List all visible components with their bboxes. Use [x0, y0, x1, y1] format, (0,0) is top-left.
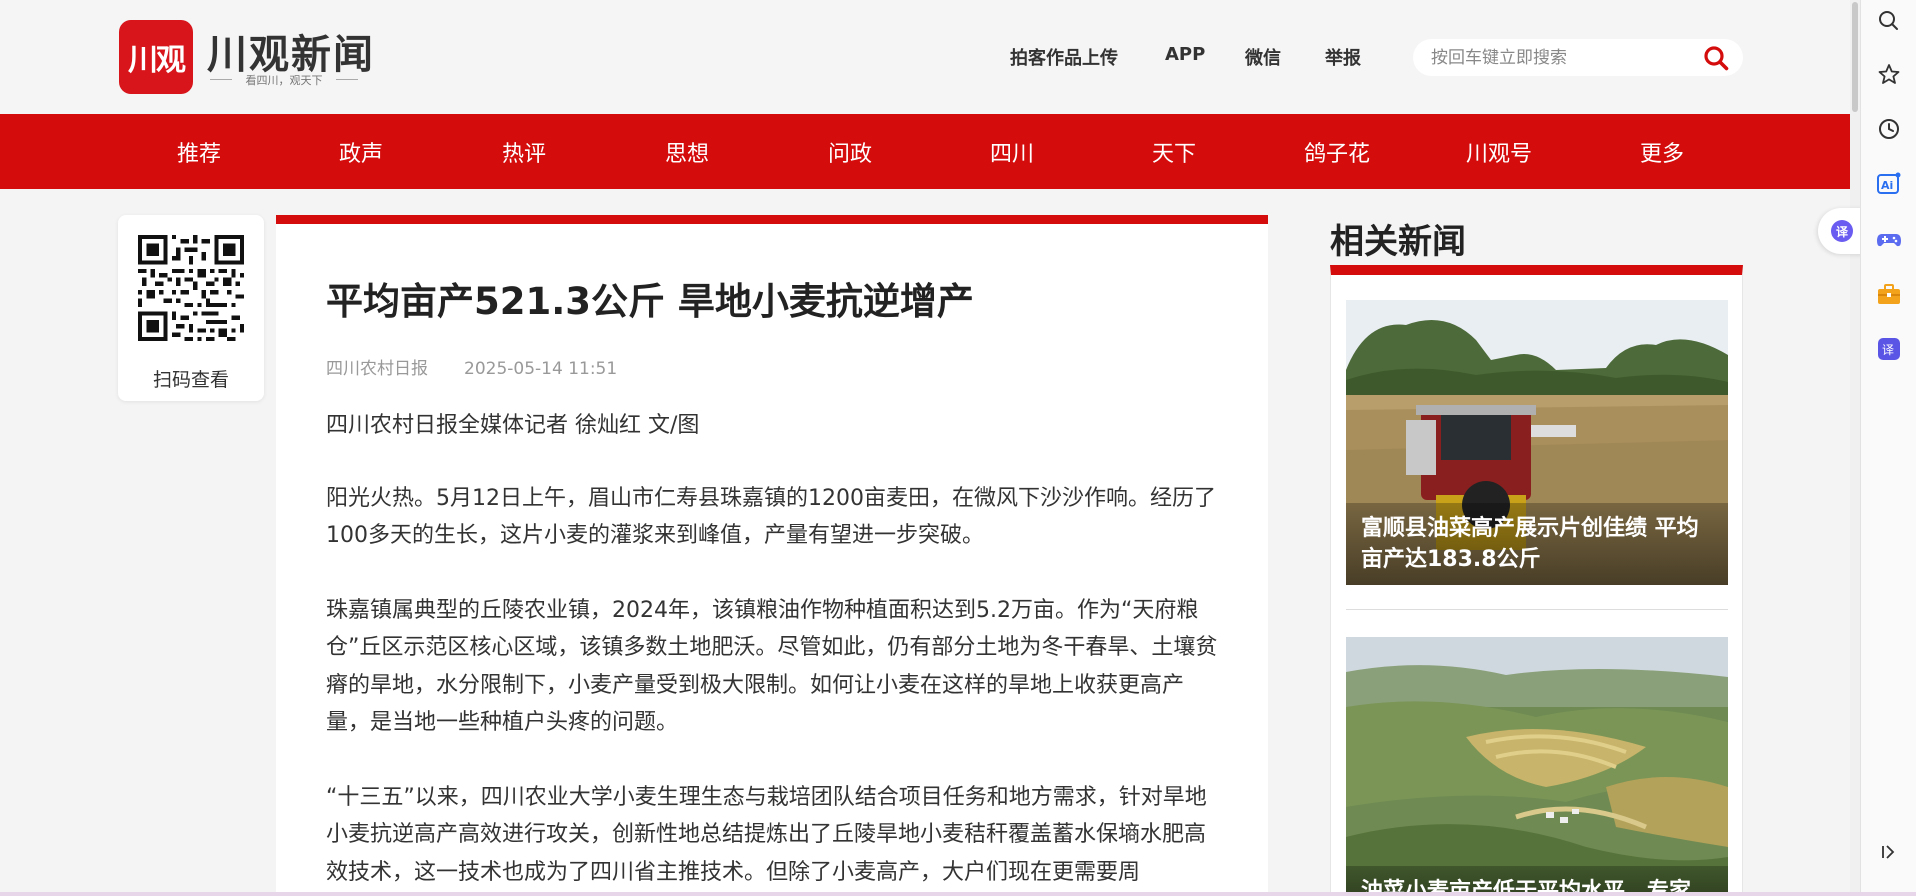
star-icon[interactable]: [1875, 61, 1903, 89]
related-news-panel: 富顺县油菜高产展示片创佳绩 平均亩产达183.8公斤 油菜小麦亩产低于平均水平，…: [1330, 265, 1743, 896]
related-news-caption: 富顺县油菜高产展示片创佳绩 平均亩产达183.8公斤: [1346, 503, 1728, 585]
nav-item-more[interactable]: 更多: [1640, 136, 1684, 168]
nav-item-chuanguan-hao[interactable]: 川观号: [1466, 136, 1532, 168]
article-title: 平均亩产521.3公斤 旱地小麦抗逆增产: [326, 280, 974, 323]
search-icon[interactable]: [1875, 7, 1903, 35]
translate-icon-label: 译: [1882, 343, 1894, 357]
translate-icon[interactable]: 译: [1875, 335, 1903, 363]
article-meta: 四川农村日报 2025-05-14 11:51: [326, 354, 617, 379]
report-link[interactable]: 举报: [1325, 44, 1361, 70]
scrollbar-thumb[interactable]: [1852, 2, 1858, 112]
nav-item-thought[interactable]: 思想: [665, 136, 709, 168]
related-news-card[interactable]: 富顺县油菜高产展示片创佳绩 平均亩产达183.8公斤: [1346, 300, 1728, 585]
translate-float-icon: 译: [1831, 220, 1853, 242]
site-header: 川观 川观新闻 看四川，观天下 拍客作品上传 APP 微信 举报: [0, 0, 1858, 114]
search-box: [1413, 39, 1743, 76]
qr-card: 扫码查看: [118, 215, 264, 401]
logo-slogan: 看四川，观天下: [210, 72, 358, 88]
article-container: 平均亩产521.3公斤 旱地小麦抗逆增产 四川农村日报 2025-05-14 11…: [276, 215, 1268, 896]
main-nav: 推荐 政声 热评 思想 问政 四川 天下 鸽子花 川观号 更多: [0, 114, 1858, 189]
nav-item-politics[interactable]: 政声: [339, 136, 383, 168]
nav-item-recommend[interactable]: 推荐: [177, 136, 221, 168]
article-source[interactable]: 四川农村日报: [326, 359, 428, 379]
article-datetime: 2025-05-14 11:51: [464, 359, 618, 379]
related-news-title: 相关新闻: [1330, 222, 1466, 262]
upload-link[interactable]: 拍客作品上传: [1010, 44, 1118, 70]
ai-icon[interactable]: Ai: [1875, 170, 1903, 198]
logo-badge[interactable]: 川观: [119, 20, 193, 94]
window-bottom-edge: [0, 892, 1916, 896]
collapse-icon[interactable]: [1875, 838, 1903, 866]
search-icon[interactable]: [1703, 45, 1729, 71]
article-body: 四川农村日报全媒体记者 徐灿红 文/图 阳光火热。5月12日上午，眉山市仁寿县珠…: [326, 407, 1219, 896]
news-image-aerial-fields: [1346, 637, 1728, 896]
qr-code: [138, 235, 244, 341]
nav-item-inquiry[interactable]: 问政: [828, 136, 872, 168]
article-paragraph: “十三五”以来，四川农业大学小麦生理生态与栽培团队结合项目任务和地方需求，针对旱…: [326, 784, 1207, 885]
related-news-card[interactable]: 油菜小麦亩产低于平均水平，专家: [1346, 637, 1728, 896]
news-divider: [1346, 609, 1728, 610]
history-icon[interactable]: [1875, 115, 1903, 143]
page-scrollbar[interactable]: [1850, 0, 1860, 896]
nav-item-commentary[interactable]: 热评: [502, 136, 546, 168]
game-icon[interactable]: [1875, 225, 1903, 253]
search-input[interactable]: [1431, 46, 1691, 70]
article-paragraph: 珠嘉镇属典型的丘陵农业镇，2024年，该镇粮油作物种植面积达到5.2万亩。作为“…: [326, 597, 1218, 736]
ai-icon-label: Ai: [1881, 179, 1893, 192]
wechat-link[interactable]: 微信: [1245, 44, 1281, 70]
app-link[interactable]: APP: [1165, 44, 1205, 65]
nav-item-dove-flower[interactable]: 鸽子花: [1304, 136, 1370, 168]
nav-item-sichuan[interactable]: 四川: [990, 136, 1034, 168]
translate-float-button[interactable]: 译: [1818, 208, 1866, 254]
browser-side-toolbar: Ai 译: [1860, 0, 1916, 896]
article-author: 四川农村日报全媒体记者 徐灿红 文/图: [326, 413, 700, 438]
toolbox-icon[interactable]: [1875, 280, 1903, 308]
nav-item-world[interactable]: 天下: [1152, 136, 1196, 168]
qr-label: 扫码查看: [152, 369, 229, 391]
article-paragraph: 阳光火热。5月12日上午，眉山市仁寿县珠嘉镇的1200亩麦田，在微风下沙沙作响。…: [326, 485, 1216, 549]
